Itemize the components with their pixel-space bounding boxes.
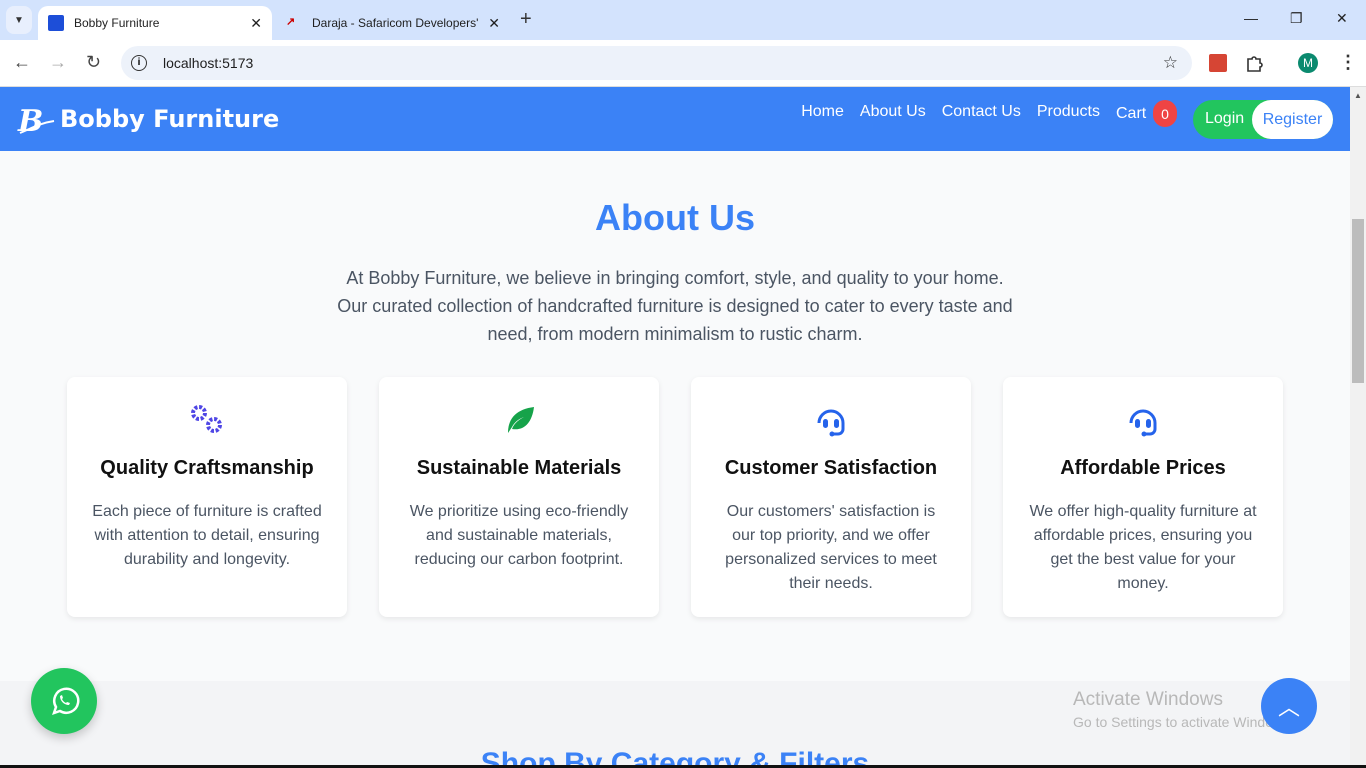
site-info-icon[interactable]: i — [131, 55, 147, 71]
safaricom-favicon-icon: ↗ — [286, 16, 296, 28]
profile-avatar[interactable]: M — [1298, 53, 1318, 73]
feature-title: Sustainable Materials — [416, 457, 622, 479]
feature-title: Customer Satisfaction — [724, 457, 938, 479]
tab-search-button[interactable]: ▼ — [6, 6, 32, 34]
brand-name: Bobby Furniture — [60, 105, 280, 133]
nav-cart[interactable]: Cart — [1116, 105, 1146, 123]
brand-logo[interactable]: B Bobby Furniture — [16, 99, 279, 139]
back-icon[interactable]: ← — [13, 52, 31, 73]
feature-text: Our customers' satisfaction is our top p… — [725, 503, 937, 592]
leaf-icon — [508, 407, 534, 433]
gears-icon — [191, 405, 222, 433]
restore-icon[interactable]: ❐ — [1290, 10, 1303, 27]
register-button[interactable]: Register — [1252, 100, 1333, 139]
bookmark-star-icon[interactable]: ☆ — [1163, 53, 1178, 73]
tab-bobby-furniture[interactable]: Bobby Furniture ✕ — [38, 6, 272, 40]
watermark-line2: Go to Settings to activate Windows — [1073, 714, 1291, 730]
extensions-puzzle-icon[interactable] — [1245, 54, 1263, 72]
scrollbar-thumb[interactable] — [1352, 219, 1364, 384]
extension-icon[interactable] — [1209, 54, 1227, 72]
about-intro: At Bobby Furniture, we believe in bringi… — [337, 268, 1013, 344]
forward-icon[interactable]: → — [49, 52, 67, 73]
feature-title: Quality Craftsmanship — [100, 457, 314, 479]
whatsapp-icon — [52, 687, 80, 715]
tab-title: Daraja - Safaricom Developers' — [312, 16, 479, 30]
nav-home[interactable]: Home — [801, 103, 844, 121]
chevron-up-icon: ︿ — [1277, 695, 1300, 720]
tab-title: Bobby Furniture — [74, 16, 160, 30]
nav-about-us[interactable]: About Us — [860, 103, 926, 121]
reload-icon[interactable]: ↻ — [86, 52, 101, 73]
feature-card: Sustainable Materials We prioritize usin… — [379, 377, 659, 617]
feature-text: We prioritize using eco-friendly and sus… — [409, 503, 629, 568]
url-text[interactable]: localhost:5173 — [163, 55, 253, 71]
feature-text: Each piece of furniture is crafted with … — [92, 503, 322, 568]
nav-contact-us[interactable]: Contact Us — [942, 103, 1021, 121]
scroll-up-arrow-icon[interactable]: ▲ — [1354, 91, 1362, 100]
cart-count-badge: 0 — [1153, 100, 1177, 127]
site-header: B Bobby Furniture Home About Us Contact … — [0, 87, 1350, 151]
new-tab-plus-icon[interactable]: + — [520, 8, 532, 31]
login-button[interactable]: Login — [1205, 110, 1244, 128]
minimize-icon[interactable]: — — [1244, 10, 1258, 26]
close-tab-icon[interactable]: ✕ — [250, 15, 262, 32]
page-scrollbar[interactable]: ▲ — [1350, 87, 1366, 768]
main-nav: Home About Us Contact Us Products — [801, 103, 1100, 121]
menu-kebab-icon[interactable]: ⋮ — [1339, 52, 1357, 73]
nav-products[interactable]: Products — [1037, 103, 1100, 121]
whatsapp-button[interactable] — [31, 668, 97, 734]
browser-tab-bar: ▼ Bobby Furniture ✕ ↗ Daraja - Safaricom… — [0, 0, 1366, 40]
feature-title: Affordable Prices — [1060, 457, 1226, 479]
headset-icon — [817, 409, 845, 437]
svg-text:B: B — [17, 104, 43, 139]
browser-toolbar: ← → ↻ i localhost:5173 ☆ M ⋮ — [0, 40, 1366, 87]
bf-logo-icon: B — [17, 104, 55, 139]
windows-activation-watermark: Activate Windows Go to Settings to activ… — [1073, 689, 1290, 730]
close-tab-icon[interactable]: ✕ — [488, 15, 500, 32]
watermark-line1: Activate Windows — [1073, 689, 1223, 710]
auth-buttons: Login Register — [1193, 100, 1333, 139]
feature-card: Quality Craftsmanship Each piece of furn… — [67, 377, 347, 617]
feature-card: Customer Satisfaction Our customers' sat… — [691, 377, 971, 617]
about-title: About Us — [595, 197, 755, 238]
scroll-to-top-button[interactable]: ︿ — [1261, 678, 1317, 734]
close-window-icon[interactable]: ✕ — [1336, 10, 1348, 27]
headset-icon — [1129, 409, 1157, 437]
address-bar[interactable]: i localhost:5173 ☆ — [121, 46, 1192, 80]
feature-text: We offer high-quality furniture at affor… — [1029, 503, 1257, 592]
page-content: B Bobby Furniture Home About Us Contact … — [0, 87, 1350, 768]
favicon-icon — [48, 15, 64, 31]
feature-card: Affordable Prices We offer high-quality … — [1003, 377, 1283, 617]
tab-daraja[interactable]: ↗ Daraja - Safaricom Developers' ✕ — [280, 6, 510, 40]
